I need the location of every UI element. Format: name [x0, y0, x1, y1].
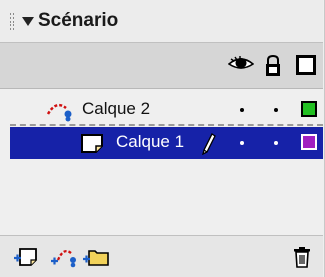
- add-motion-guide-icon[interactable]: [50, 246, 78, 268]
- lock-dot[interactable]: [274, 141, 278, 145]
- timeline-footer: [0, 235, 323, 277]
- trash-icon[interactable]: [292, 246, 312, 268]
- visibility-dot[interactable]: [240, 108, 244, 112]
- layer-row-calque-1[interactable]: Calque 1: [10, 127, 323, 159]
- pencil-icon: [202, 133, 216, 155]
- outline-all-outline-icon[interactable]: [296, 55, 316, 75]
- show-hide-all-eye-icon[interactable]: [228, 55, 254, 73]
- insert-layer-icon[interactable]: [13, 246, 39, 268]
- lock-all-lock-icon[interactable]: [265, 55, 281, 77]
- layer-list: Calque 2 Calque 1: [0, 89, 323, 235]
- layer-row-calque-2[interactable]: Calque 2: [10, 94, 323, 126]
- panel-title: Scénario: [38, 10, 119, 31]
- collapse-arrow-icon[interactable]: [22, 17, 34, 26]
- lock-dot[interactable]: [274, 108, 278, 112]
- visibility-dot[interactable]: [240, 141, 244, 145]
- panel-titlebar[interactable]: Scénario: [0, 0, 323, 42]
- timeline-panel: Scénario Calque 2 Calque 1: [0, 0, 325, 277]
- layer-header-bar: [0, 42, 323, 89]
- insert-folder-icon[interactable]: [82, 246, 110, 268]
- drag-grip-icon[interactable]: [10, 13, 16, 30]
- layer-icon: [81, 134, 103, 153]
- layer-name[interactable]: Calque 2: [82, 99, 150, 119]
- layer-name[interactable]: Calque 1: [116, 132, 184, 152]
- motion-guide-layer-icon: [46, 103, 72, 122]
- outline-color-swatch[interactable]: [301, 134, 317, 150]
- outline-color-swatch[interactable]: [301, 101, 317, 117]
